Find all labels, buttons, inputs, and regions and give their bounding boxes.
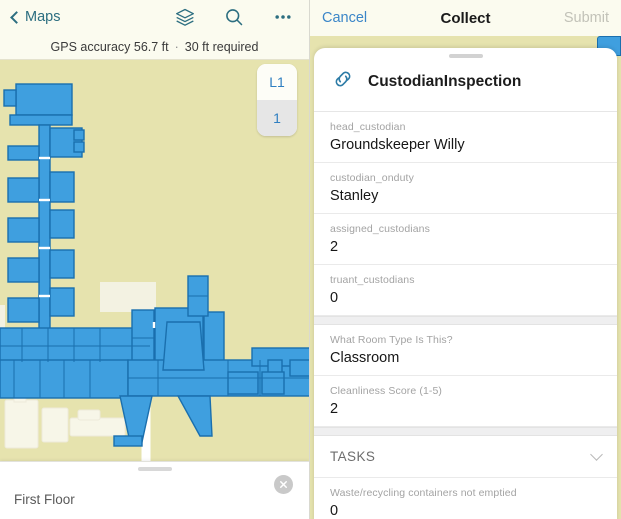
field-label: custodian_onduty	[330, 172, 414, 184]
field-waste-containers[interactable]: Waste/recycling containers not emptied 0	[314, 478, 617, 519]
link-chain-icon	[330, 66, 356, 97]
gps-required-text: 30 ft required	[184, 39, 259, 54]
form-field-list: head_custodian Groundskeeper Willy custo…	[314, 112, 617, 519]
back-button-label: Maps	[25, 9, 61, 25]
field-truant-custodians[interactable]: truant_custodians 0	[314, 265, 617, 316]
sheet-title: CustodianInspection	[368, 72, 522, 90]
floor-option-l1[interactable]: L1	[257, 64, 297, 100]
layers-icon[interactable]	[175, 7, 195, 27]
field-value: Classroom	[330, 350, 400, 366]
floor-option-1[interactable]: 1	[257, 100, 297, 136]
field-cleanliness-score[interactable]: Cleanliness Score (1-5) 2	[314, 376, 617, 427]
field-value: Stanley	[330, 188, 379, 204]
form-title: Collect	[440, 9, 491, 27]
cancel-button[interactable]: Cancel	[322, 10, 367, 26]
gps-accuracy-bar: GPS accuracy 56.7 ft · 30 ft required	[0, 34, 309, 60]
field-label: Cleanliness Score (1-5)	[330, 385, 443, 397]
collect-form-screen: Cancel Collect Submit CustodianInspectio…	[310, 0, 621, 519]
bottom-card-grabber[interactable]	[137, 467, 172, 471]
field-label: head_custodian	[330, 121, 406, 133]
collect-sheet: CustodianInspection head_custodian Groun…	[314, 48, 617, 519]
chevron-left-icon	[10, 10, 23, 24]
floor-selector[interactable]: L1 1	[257, 64, 297, 136]
field-label: truant_custodians	[330, 274, 415, 286]
gps-accuracy-text: GPS accuracy 56.7 ft	[50, 39, 169, 54]
sheet-header: CustodianInspection	[314, 58, 617, 112]
map-bottom-card[interactable]: First Floor	[0, 461, 309, 519]
field-label: assigned_custodians	[330, 223, 430, 235]
group-separator	[314, 316, 617, 325]
field-value: 0	[330, 290, 339, 306]
chevron-down-icon[interactable]	[590, 448, 603, 461]
submit-button[interactable]: Submit	[564, 10, 609, 26]
field-label: What Room Type Is This?	[330, 334, 453, 346]
field-value: 2	[330, 401, 339, 417]
close-circle-icon[interactable]	[274, 475, 293, 494]
field-value: 2	[330, 239, 339, 255]
gps-separator: ·	[174, 39, 179, 54]
map-screen: Maps GPS accuracy 56.7 ft · 30 ft requir…	[0, 0, 310, 519]
dual-screen-container: Maps GPS accuracy 56.7 ft · 30 ft requir…	[0, 0, 621, 519]
more-ellipsis-icon[interactable]	[273, 7, 293, 27]
field-assigned-custodians[interactable]: assigned_custodians 2	[314, 214, 617, 265]
field-custodian-onduty[interactable]: custodian_onduty Stanley	[314, 163, 617, 214]
section-title: TASKS	[330, 449, 376, 464]
field-value: 0	[330, 503, 339, 519]
bottom-card-title: First Floor	[14, 492, 75, 507]
map-nav-icons	[175, 7, 297, 27]
field-label: Waste/recycling containers not emptied	[330, 487, 517, 499]
back-to-maps-button[interactable]: Maps	[10, 9, 61, 25]
field-room-type[interactable]: What Room Type Is This? Classroom	[314, 325, 617, 376]
search-icon[interactable]	[224, 7, 244, 27]
section-tasks[interactable]: TASKS	[314, 436, 617, 478]
field-head-custodian[interactable]: head_custodian Groundskeeper Willy	[314, 112, 617, 163]
field-value: Groundskeeper Willy	[330, 137, 465, 153]
group-separator	[314, 427, 617, 436]
map-nav-bar: Maps	[0, 0, 309, 34]
form-nav-bar: Cancel Collect Submit	[310, 0, 621, 36]
